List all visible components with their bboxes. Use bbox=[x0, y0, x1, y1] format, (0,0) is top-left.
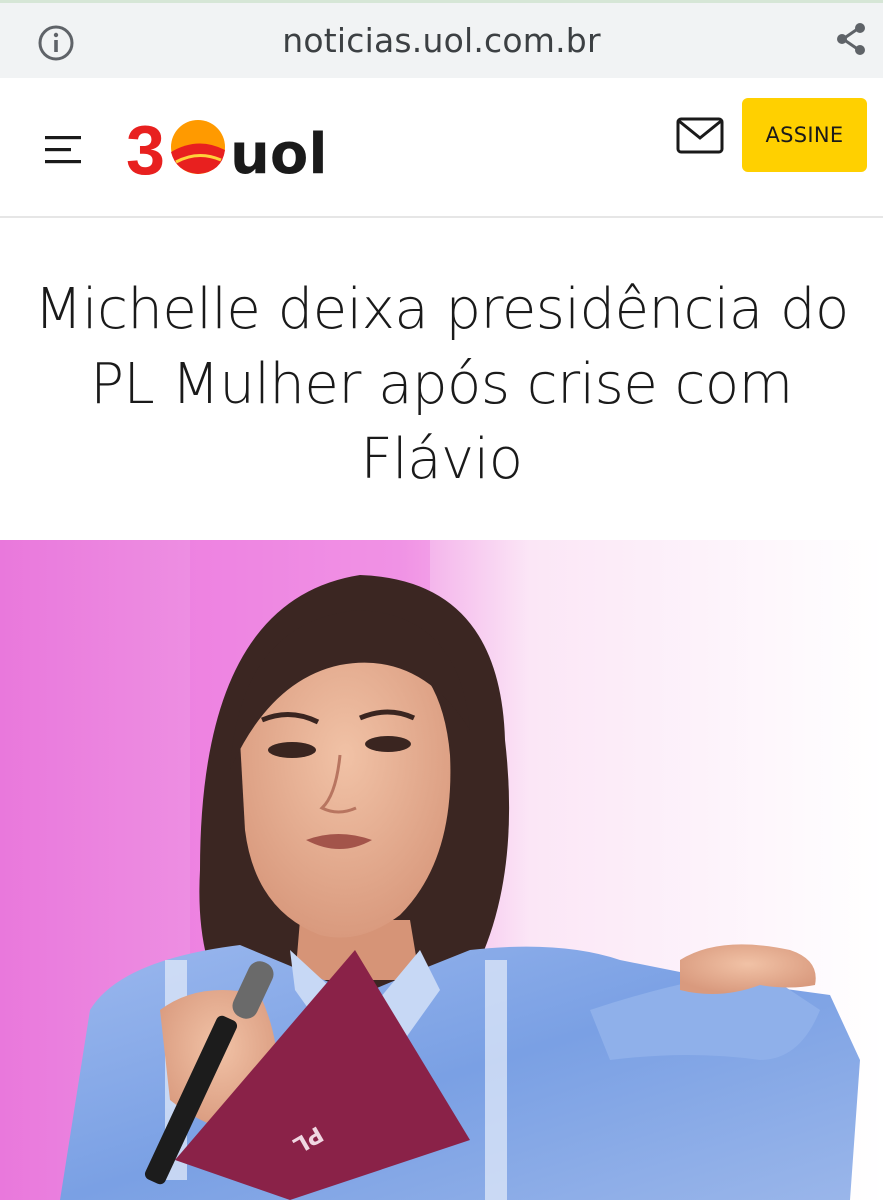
uol-30-logo[interactable]: 3 uol bbox=[126, 116, 341, 182]
browser-url-bar: noticias.uol.com.br bbox=[0, 0, 883, 78]
site-header: 3 uol ASSINE bbox=[0, 78, 883, 218]
logo-text: uol bbox=[230, 122, 328, 182]
share-icon[interactable] bbox=[833, 20, 871, 58]
article-headline: Michelle deixa presidência do PL Mulher … bbox=[34, 277, 849, 492]
url-text[interactable]: noticias.uol.com.br bbox=[0, 21, 883, 60]
subscribe-button[interactable]: ASSINE bbox=[742, 98, 867, 172]
menu-icon[interactable] bbox=[45, 135, 83, 165]
mail-icon[interactable] bbox=[676, 117, 724, 154]
article-hero-image[interactable]: PL bbox=[0, 540, 883, 1200]
logo-number: 3 bbox=[126, 116, 165, 182]
